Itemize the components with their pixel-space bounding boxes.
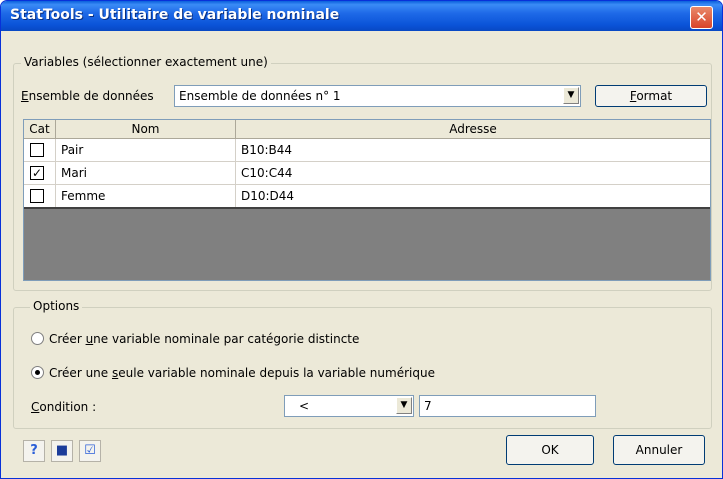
radio-per-category[interactable]: [31, 332, 44, 345]
table-row[interactable]: ✓ Mari C10:C44: [24, 162, 710, 185]
format-button[interactable]: Format: [595, 85, 707, 107]
cat-cell: [24, 185, 56, 207]
condition-label: Condition :: [31, 400, 97, 414]
chevron-down-icon[interactable]: ▼: [396, 397, 412, 414]
column-header-nom[interactable]: Nom: [56, 120, 236, 138]
column-header-adresse[interactable]: Adresse: [236, 120, 710, 138]
cancel-button[interactable]: Annuler: [613, 435, 705, 465]
dataset-select-value: Ensemble de données n° 1: [179, 89, 341, 103]
dataset-select[interactable]: Ensemble de données n° 1 ▼: [174, 85, 581, 107]
grid-header: Cat Nom Adresse: [24, 120, 710, 139]
close-button[interactable]: ✕: [690, 6, 713, 29]
options-legend: Options: [30, 299, 83, 313]
address-cell: D10:D44: [241, 189, 295, 203]
ok-button[interactable]: OK: [506, 435, 594, 465]
operator-select-value: <: [299, 399, 310, 413]
column-header-cat[interactable]: Cat: [24, 120, 56, 138]
category-checkbox[interactable]: ✓: [30, 166, 44, 180]
help-icon[interactable]: ?: [23, 440, 45, 462]
window-title: StatTools - Utilitaire de variable nomin…: [10, 7, 340, 23]
table-row[interactable]: Pair B10:B44: [24, 139, 710, 162]
address-cell: C10:C44: [241, 166, 293, 180]
cat-cell: ✓: [24, 162, 56, 184]
variables-legend: Variables (sélectionner exactement une): [21, 55, 271, 69]
dataset-label: Ensemble de données: [21, 89, 154, 103]
threshold-input[interactable]: 7: [419, 395, 596, 417]
name-cell: Pair: [56, 139, 236, 161]
radio-single-variable[interactable]: [31, 366, 44, 379]
variables-grid: Cat Nom Adresse Pair B10:B44 ✓ Mari C10:…: [23, 119, 711, 281]
name-cell: Femme: [56, 185, 236, 207]
dialog-window: StatTools - Utilitaire de variable nomin…: [0, 0, 723, 479]
chevron-down-icon[interactable]: ▼: [563, 87, 579, 104]
address-cell: B10:B44: [241, 143, 293, 157]
radio-per-category-label[interactable]: Créer une variable nominale par catégori…: [49, 332, 359, 346]
operator-select[interactable]: < ▼: [284, 395, 414, 417]
table-row[interactable]: Femme D10:D44: [24, 185, 710, 209]
title-bar[interactable]: StatTools - Utilitaire de variable nomin…: [1, 1, 722, 31]
name-cell: Mari: [56, 162, 236, 184]
category-checkbox[interactable]: [30, 143, 44, 157]
category-checkbox[interactable]: [30, 189, 44, 203]
radio-single-variable-label[interactable]: Créer une seule variable nominale depuis…: [49, 366, 435, 380]
cat-cell: [24, 139, 56, 161]
select-check-icon[interactable]: ☑: [79, 440, 101, 462]
save-icon[interactable]: ■: [51, 440, 73, 462]
